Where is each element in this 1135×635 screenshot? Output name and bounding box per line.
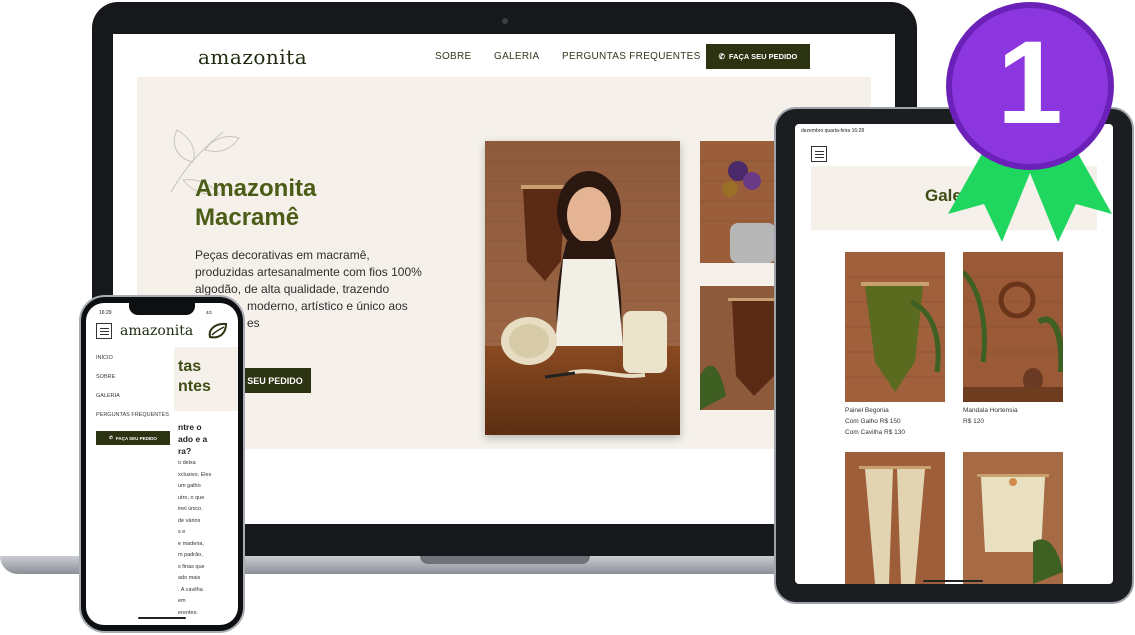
phone-order-button[interactable]: ✆ FAÇA SEU PEDIDO [96, 431, 170, 445]
product-photo-mandala-hortensia[interactable] [963, 252, 1063, 402]
product-photo-painel-begonia[interactable] [845, 252, 945, 402]
phone-answer-line: m padrão, [178, 552, 203, 558]
gallery-photo-flowers [700, 141, 780, 263]
whatsapp-icon: ✆ [109, 435, 113, 440]
product-caption: Mandala Hortensia R$ 120 [963, 405, 1018, 427]
phone-question: ntre o ado e a ra? [178, 421, 207, 457]
phone-answer-line: de vários [178, 517, 201, 524]
hero-title-line: Macramê [195, 204, 300, 231]
phone-menu-icon[interactable] [96, 323, 112, 339]
gallery-photo-wallhanging [700, 286, 780, 410]
phone-status-signal: 4G [206, 310, 213, 315]
hero-desc-line: algodão, de alta qualidade, trazendo [195, 282, 390, 296]
product-photo-fringe-wallhanging[interactable] [963, 452, 1063, 584]
hero-order-button[interactable]: SEU PEDIDO [239, 368, 311, 393]
phone-answer-line: em [178, 598, 186, 604]
phone-answer-line: s finas que [178, 563, 205, 570]
phone-question-line: ra? [178, 446, 192, 456]
phone-notch [129, 303, 195, 315]
badge-number: 1 [997, 17, 1063, 149]
site-logo[interactable]: amazonita [198, 45, 307, 69]
nav-sobre[interactable]: SOBRE [435, 51, 472, 62]
tablet-home-indicator [923, 580, 983, 582]
phone-status-time: 16:29 [99, 310, 112, 316]
product-price: Com Cavilha R$ 130 [845, 429, 905, 436]
brand-leaf-icon [208, 322, 228, 339]
nav-galeria[interactable]: GALERIA [494, 51, 539, 62]
phone-answer-line: utro, o que [178, 494, 205, 501]
product-photo-cream-wallhanging[interactable] [845, 452, 945, 584]
phone-question-line: ntre o [178, 422, 202, 432]
hero-photo-artisan [485, 141, 680, 435]
hero-title-line: Amazonita [195, 175, 317, 202]
hero-desc-line: Peças decorativas em macramê, [195, 248, 370, 262]
phone-answer-line: . A cavilha [178, 586, 203, 593]
phone-question-line: ado e a [178, 434, 208, 444]
phone-menu-inicio[interactable]: INÍCIO [96, 355, 113, 361]
product-price: Com Galho R$ 150 [845, 418, 901, 425]
phone-hero-title-line: tas [178, 358, 202, 375]
hero-title: Amazonita Macramê [195, 174, 395, 232]
phone-answer-line: um galho [178, 483, 201, 489]
order-button[interactable]: ✆ FAÇA SEU PEDIDO [706, 44, 810, 69]
phone-answer-line: o deixa [178, 460, 196, 466]
phone-home-indicator [138, 617, 186, 619]
phone-hero-title-line: ntes [178, 378, 211, 395]
tablet-menu-icon[interactable] [811, 146, 827, 162]
nav-perguntas-frequentes[interactable]: PERGUNTAS FREQUENTES [562, 51, 701, 62]
phone-screen: 16:29 4G amazonita tas ntes ntre o ado e… [86, 303, 238, 625]
phone-answer-line: inel único. [178, 506, 203, 512]
order-button-label: FAÇA SEU PEDIDO [728, 52, 798, 61]
hero-desc-line: produzidas artesanalmente com fios 100% [195, 265, 422, 279]
phone-answer-line: xclusivo. Eles [178, 471, 212, 478]
phone-answer-line: ado mais [178, 575, 201, 581]
whatsapp-icon: ✆ [718, 52, 725, 61]
product-price: R$ 120 [963, 418, 984, 425]
phone-menu-galeria[interactable]: GALERIA [96, 393, 120, 399]
phone-hero-title: tas ntes [178, 357, 211, 397]
tablet-status-time: dezembro quarta-feira 16:28 [801, 128, 865, 134]
laptop-camera [502, 18, 508, 24]
product-caption: Painel Begonia Com Galho R$ 150 Com Cavi… [845, 405, 905, 438]
product-name: Mandala Hortensia [963, 407, 1018, 414]
phone-answer-text: o deixa xclusivo. Eles um galho utro, o … [178, 458, 211, 619]
product-name: Painel Begonia [845, 407, 889, 414]
phone-menu-perguntas-frequentes[interactable]: PERGUNTAS FREQUENTES [96, 412, 169, 418]
phone-site-logo[interactable]: amazonita [120, 323, 193, 339]
phone-answer-line: s e [178, 529, 186, 535]
phone-nav-drawer [86, 347, 174, 467]
phone-menu-sobre[interactable]: SOBRE [96, 374, 115, 380]
phone-order-button-label: FAÇA SEU PEDIDO [115, 435, 157, 441]
laptop-base-notch [420, 556, 590, 564]
phone-answer-line: e madeira, [178, 540, 204, 547]
